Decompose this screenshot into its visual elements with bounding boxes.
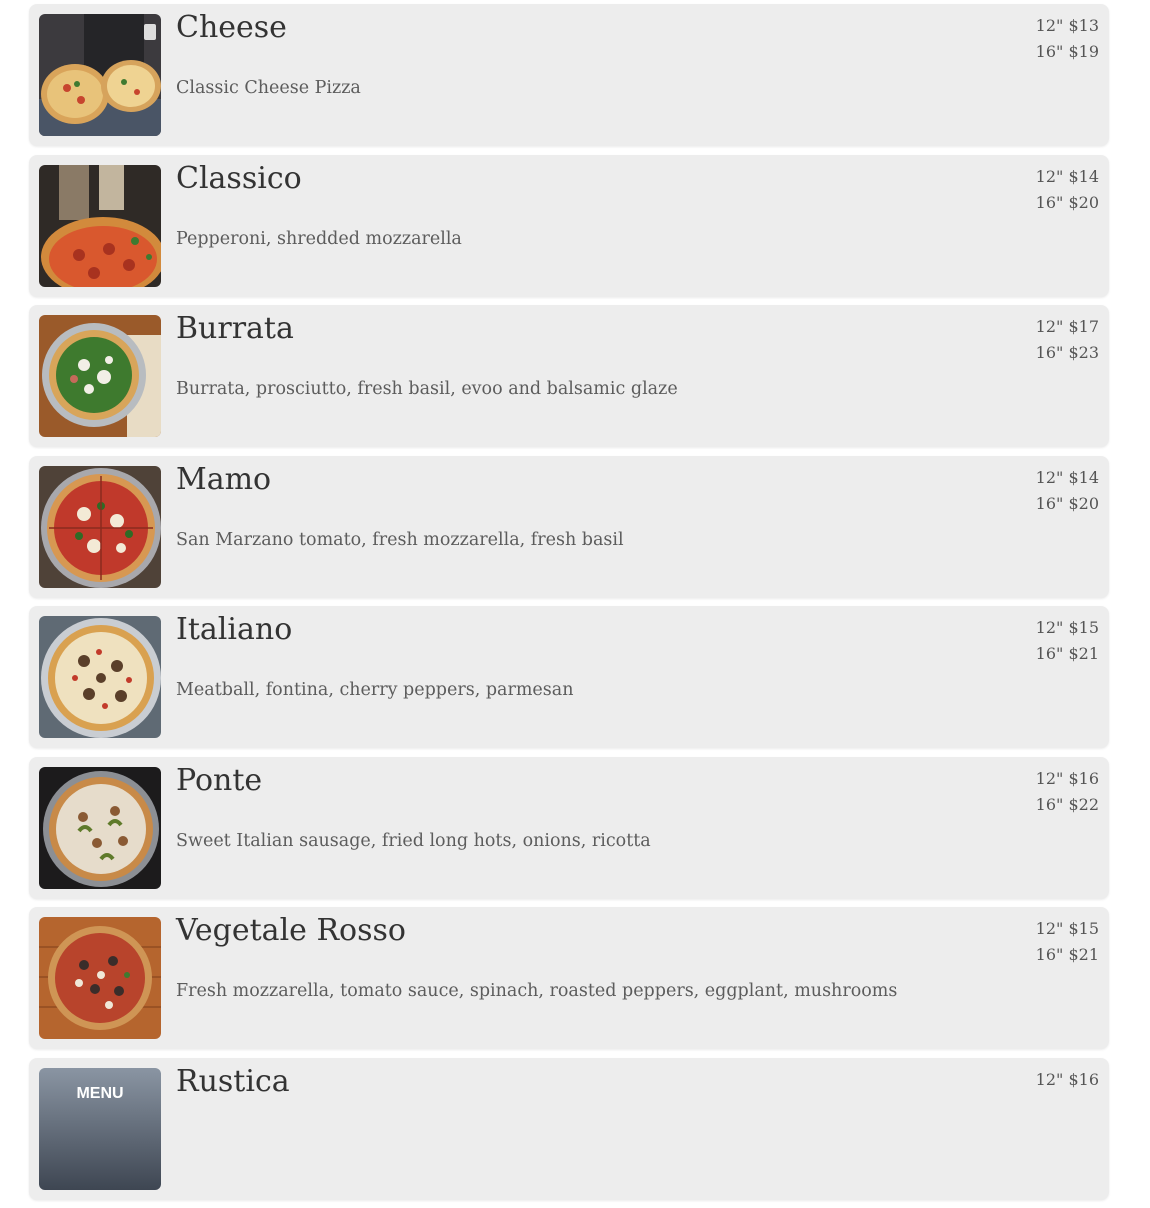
item-description: Fresh mozzarella, tomato sauce, spinach,… [176, 981, 898, 1001]
item-prices: 12" $14 16" $20 [1036, 465, 1099, 517]
price-16-inch: 16" $19 [1035, 42, 1099, 61]
item-description: Classic Cheese Pizza [176, 78, 361, 98]
mamo-pizza-photo[interactable] [39, 465, 161, 588]
ponte-pizza-photo[interactable] [39, 766, 161, 889]
price-16-inch: 16" $21 [1035, 644, 1099, 663]
price-12-inch: 12" $13 [1035, 16, 1099, 35]
item-name: Ponte [176, 762, 263, 798]
menu-item-classico[interactable]: Classico Pepperoni, shredded mozzarella … [29, 154, 1109, 297]
price-12-inch: 12" $16 [1035, 1069, 1099, 1089]
item-prices: 12" $13 16" $19 [1036, 13, 1099, 65]
item-prices: 12" $15 16" $21 [1036, 916, 1099, 968]
item-name: Vegetale Rosso [176, 913, 406, 948]
item-name: Cheese [176, 10, 287, 45]
item-name: Mamo [176, 461, 272, 497]
item-prices: 12" $17 16" $23 [1036, 314, 1099, 366]
price-12-inch: 12" $16 [1035, 768, 1099, 788]
price-12-inch: 12" $14 [1035, 166, 1099, 186]
menu-item-rustica[interactable]: MENU Rustica 12" $16 [29, 1057, 1109, 1200]
price-16-inch: 16" $21 [1035, 945, 1099, 964]
price-16-inch: 16" $23 [1035, 343, 1099, 362]
item-name: Italiano [176, 612, 293, 647]
menu-item-mamo[interactable]: Mamo San Marzano tomato, fresh mozzarell… [29, 455, 1109, 598]
menu-item-vegetale-rosso[interactable]: Vegetale Rosso Fresh mozzarella, tomato … [29, 907, 1109, 1049]
cheese-pizza-photo[interactable] [39, 14, 161, 136]
item-description: Sweet Italian sausage, fried long hots, … [176, 830, 651, 851]
menu-item-italiano[interactable]: Italiano Meatball, fontina, cherry peppe… [29, 606, 1109, 748]
menu-item-burrata[interactable]: Burrata Burrata, prosciutto, fresh basil… [29, 305, 1109, 447]
vegetale-rosso-pizza-photo[interactable] [39, 917, 161, 1039]
item-description: Pepperoni, shredded mozzarella [176, 228, 462, 249]
price-12-inch: 12" $14 [1035, 467, 1099, 487]
menu-sign-text: MENU [76, 1085, 123, 1102]
item-name: Classico [176, 160, 302, 196]
item-prices: 12" $16 16" $22 [1036, 766, 1099, 818]
rustica-menu-photo[interactable]: MENU [39, 1067, 161, 1190]
menu-item-cheese[interactable]: Cheese Classic Cheese Pizza 12" $13 16" … [29, 4, 1109, 146]
item-prices: 12" $15 16" $21 [1036, 615, 1099, 667]
item-name: Rustica [176, 1063, 290, 1099]
item-name: Burrata [176, 311, 294, 346]
item-description: San Marzano tomato, fresh mozzarella, fr… [176, 529, 624, 550]
menu-item-ponte[interactable]: Ponte Sweet Italian sausage, fried long … [29, 756, 1109, 899]
item-description: Burrata, prosciutto, fresh basil, evoo a… [176, 379, 678, 399]
item-prices: 12" $14 16" $20 [1036, 164, 1099, 216]
price-16-inch: 16" $22 [1035, 794, 1099, 814]
price-16-inch: 16" $20 [1035, 192, 1099, 212]
price-12-inch: 12" $15 [1035, 618, 1099, 637]
price-16-inch: 16" $20 [1035, 493, 1099, 513]
pizza-menu-list: Cheese Classic Cheese Pizza 12" $13 16" … [29, 4, 1109, 1208]
item-prices: 12" $16 [1036, 1067, 1099, 1093]
burrata-pizza-photo[interactable] [39, 315, 161, 437]
price-12-inch: 12" $15 [1035, 919, 1099, 938]
classico-pizza-photo[interactable] [39, 164, 161, 287]
italiano-pizza-photo[interactable] [39, 616, 161, 738]
price-12-inch: 12" $17 [1035, 317, 1099, 336]
item-description: Meatball, fontina, cherry peppers, parme… [176, 680, 574, 700]
